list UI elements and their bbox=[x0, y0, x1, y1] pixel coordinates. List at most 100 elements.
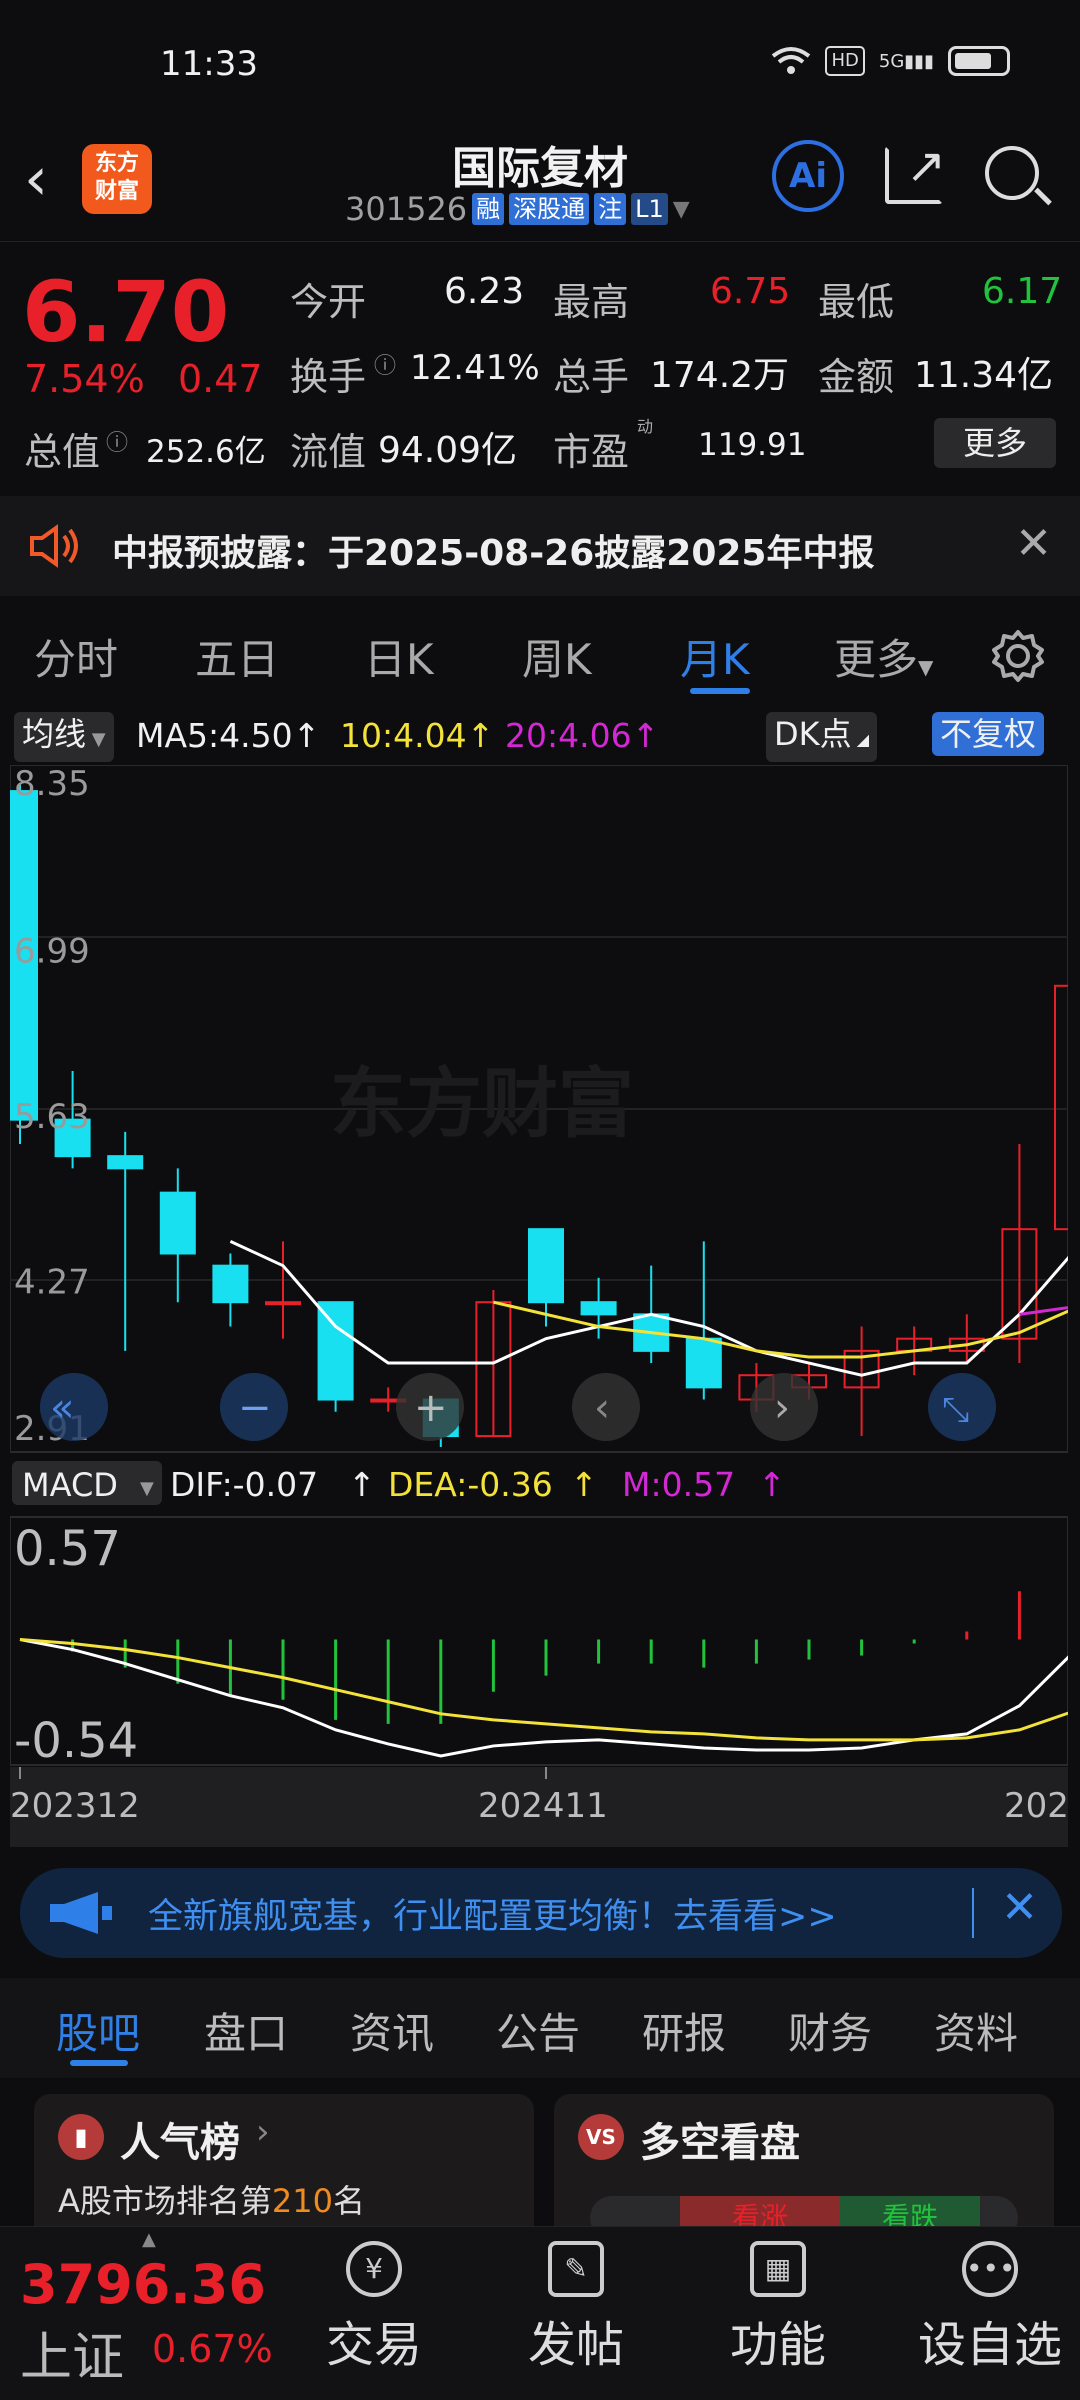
total-value-label: 总值 bbox=[24, 430, 101, 474]
tab-guba[interactable]: 股吧 bbox=[56, 2000, 140, 2061]
zoom-in-button: + bbox=[396, 1373, 464, 1441]
tab-news[interactable]: 资讯 bbox=[350, 2000, 434, 2061]
candle-body bbox=[580, 1301, 617, 1316]
bottom-bar: ▲ 3796.36 上证 0.67% ¥ 交易 ✎ 发帖 ▦ 功能 ••• 设自… bbox=[0, 2226, 1080, 2400]
index-change: 0.67% bbox=[152, 2327, 273, 2371]
candle-body bbox=[107, 1155, 144, 1170]
chevron-down-icon: ▼ bbox=[672, 196, 690, 222]
low-value: 6.17 bbox=[982, 271, 1063, 312]
candle-body bbox=[685, 1337, 722, 1389]
tab-intraday[interactable]: 分时 bbox=[34, 626, 118, 687]
ma5-value: MA5:4.50↑ bbox=[136, 716, 321, 755]
tab-pankou[interactable]: 盘口 bbox=[204, 2000, 288, 2061]
tab-monthly-k[interactable]: 月K bbox=[680, 626, 750, 687]
yen-cycle-icon: ¥ bbox=[346, 2241, 402, 2297]
x-tick-label: 202508 bbox=[1004, 1786, 1068, 1826]
info-icon[interactable]: ⓘ bbox=[374, 348, 396, 380]
dk-point-selector[interactable]: DK点 ◢ bbox=[766, 712, 878, 762]
tab-finance[interactable]: 财务 bbox=[788, 2000, 872, 2061]
svg-text:↑: ↑ bbox=[758, 1465, 786, 1504]
change-percent: 7.54% bbox=[24, 357, 145, 401]
candle-body bbox=[1054, 984, 1080, 1231]
index-value[interactable]: 3796.36 bbox=[20, 2253, 266, 2316]
close-icon[interactable]: ✕ bbox=[1001, 1882, 1038, 1933]
kline-chart-area[interactable]: 东方财富 8.356.995.634.272.91 MACD ▼ DIF:-0.… bbox=[2, 764, 1080, 1850]
promo-divider bbox=[972, 1888, 974, 1938]
x-tick-label: 202312 bbox=[10, 1786, 140, 1826]
stock-code: 301526 bbox=[345, 190, 468, 228]
tab-research[interactable]: 研报 bbox=[642, 2000, 726, 2061]
feature-cards: ▮ 人气榜 › A股市场排名第210名 VS 多空看盘 看涨 看跌 bbox=[0, 2080, 1080, 2254]
chevron-right-icon: › bbox=[256, 2112, 270, 2152]
candle-body bbox=[265, 1301, 301, 1306]
macd-dea: DEA:-0.36 bbox=[388, 1465, 553, 1504]
ma-selector[interactable]: 均线 ▼ bbox=[14, 712, 114, 762]
tab-profile[interactable]: 资料 bbox=[934, 2000, 1018, 2061]
kline-chart[interactable]: 东方财富 8.356.995.634.272.91 MACD ▼ DIF:-0.… bbox=[2, 764, 1080, 1850]
y-tick-label: 6.99 bbox=[14, 932, 90, 972]
step-left-button: ‹ bbox=[572, 1373, 640, 1441]
megaphone-icon bbox=[50, 1892, 112, 1934]
ranking-icon: ▮ bbox=[58, 2114, 104, 2160]
open-label: 今开 bbox=[290, 280, 367, 324]
vs-icon: VS bbox=[578, 2114, 624, 2160]
close-icon[interactable]: ✕ bbox=[1015, 518, 1052, 569]
adjust-mode-button[interactable]: 不复权 bbox=[932, 712, 1045, 756]
tag-connect: 深股通 bbox=[509, 193, 590, 225]
turnover-label: 换手 bbox=[290, 355, 367, 399]
volume-label: 总手 bbox=[553, 355, 630, 399]
chevron-up-icon[interactable]: ▲ bbox=[142, 2229, 156, 2250]
add-watchlist-button[interactable]: ••• 设自选 bbox=[900, 2227, 1080, 2375]
clock: 11:33 bbox=[160, 44, 258, 84]
notice-text: 中报预披露：于2025-08-26披露2025年中报 bbox=[112, 533, 875, 574]
ma5-line bbox=[229, 1239, 1074, 1377]
period-tabs: 分时 五日 日K 周K 月K 更多▼ bbox=[0, 608, 1080, 696]
settings-gear-icon[interactable] bbox=[990, 628, 1046, 684]
ai-button[interactable]: Ai bbox=[772, 140, 844, 212]
tab-five-day[interactable]: 五日 bbox=[195, 626, 279, 687]
volume-value: 174.2万 bbox=[650, 355, 790, 396]
signal-5g-icon: 5G▮▮▮ bbox=[878, 50, 934, 72]
candle-body bbox=[159, 1191, 196, 1255]
x-tick-label: 202411 bbox=[478, 1786, 608, 1826]
tab-more[interactable]: 更多▼ bbox=[834, 626, 933, 687]
high-value: 6.75 bbox=[710, 271, 791, 312]
amount-label: 金额 bbox=[818, 355, 895, 399]
functions-button[interactable]: ▦ 功能 bbox=[698, 2227, 858, 2375]
tag-registration: 注 bbox=[594, 193, 627, 225]
ma-legend: 均线 ▼ MA5:4.50↑ 10:4.04↑ 20:4.06↑ DK点 ◢ 不… bbox=[0, 708, 1080, 762]
y-tick-label: 4.27 bbox=[14, 1263, 90, 1303]
system-icons: HD 5G▮▮▮ bbox=[771, 46, 1010, 76]
trade-button[interactable]: ¥ 交易 bbox=[294, 2227, 454, 2375]
svg-text:«: « bbox=[50, 1385, 74, 1431]
popularity-rank: A股市场排名第210名 bbox=[58, 2182, 365, 2220]
pe-superscript: 动 bbox=[637, 417, 654, 436]
post-button[interactable]: ✎ 发帖 bbox=[496, 2227, 656, 2375]
search-icon[interactable] bbox=[985, 146, 1039, 200]
float-value: 94.09亿 bbox=[378, 430, 518, 471]
svg-text:⤡: ⤡ bbox=[942, 1390, 969, 1430]
promo-banner[interactable]: 全新旗舰宽基，行业配置更均衡！去看看>> ✕ bbox=[20, 1868, 1062, 1958]
low-label: 最低 bbox=[818, 280, 895, 324]
tab-weekly-k[interactable]: 周K bbox=[522, 626, 592, 687]
tab-announcements[interactable]: 公告 bbox=[496, 2000, 580, 2061]
y-tick-label: 5.63 bbox=[14, 1097, 90, 1137]
speaker-icon bbox=[30, 524, 78, 568]
more-button[interactable]: 更多 bbox=[934, 418, 1056, 468]
battery-icon bbox=[948, 46, 1010, 76]
fullscreen-button: ⤡ bbox=[928, 1373, 996, 1441]
notice-banner[interactable]: 中报预披露：于2025-08-26披露2025年中报 ✕ bbox=[0, 496, 1080, 596]
popularity-title: 人气榜 bbox=[120, 2120, 240, 2166]
turnover-value: 12.41% bbox=[410, 348, 540, 388]
edit-icon: ✎ bbox=[548, 2241, 604, 2297]
stock-code-line[interactable]: 301526 融 深股通 注 L1 ▼ bbox=[345, 190, 690, 228]
ma20-value: 20:4.06↑ bbox=[505, 716, 660, 755]
more-dots-icon: ••• bbox=[962, 2241, 1018, 2297]
index-name[interactable]: 上证 bbox=[20, 2315, 124, 2390]
tab-daily-k[interactable]: 日K bbox=[364, 626, 434, 687]
grid-icon: ▦ bbox=[750, 2241, 806, 2297]
nav-bar: ‹ 东方 财富 国际复材 301526 融 深股通 注 L1 ▼ Ai ↗ bbox=[0, 130, 1080, 242]
info-icon[interactable]: ⓘ bbox=[106, 425, 128, 457]
hd-icon: HD bbox=[825, 46, 865, 76]
macd-label: MACD bbox=[22, 1466, 118, 1504]
